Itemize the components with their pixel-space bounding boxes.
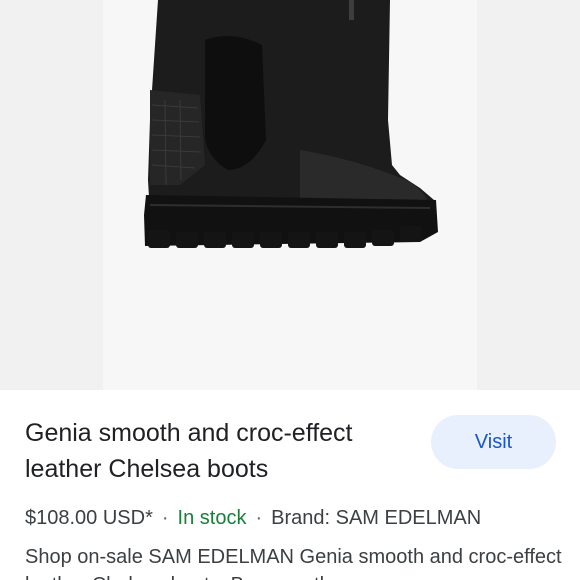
product-image-area[interactable] bbox=[0, 0, 580, 390]
boot-pull-tab bbox=[349, 0, 354, 20]
separator-dot: · bbox=[255, 507, 263, 529]
product-meta-row: $108.00 USD* · In stock · Brand: SAM EDELMAN bbox=[25, 505, 481, 531]
product-result-card: Genia smooth and croc-effect leather Che… bbox=[0, 0, 580, 580]
product-price: $108.00 USD* bbox=[25, 507, 153, 529]
visit-button[interactable]: Visit bbox=[431, 415, 556, 469]
product-brand: Brand: SAM EDELMAN bbox=[271, 507, 482, 529]
boot-image bbox=[144, 0, 438, 248]
stock-status: In stock bbox=[177, 507, 247, 529]
product-description: Shop on-sale SAM EDELMAN Genia smooth an… bbox=[25, 546, 562, 580]
boot-gusset bbox=[205, 36, 266, 170]
product-title[interactable]: Genia smooth and croc-effect leather Che… bbox=[25, 415, 405, 487]
separator-dot: · bbox=[161, 507, 169, 529]
boot-croc-panel bbox=[150, 90, 205, 185]
